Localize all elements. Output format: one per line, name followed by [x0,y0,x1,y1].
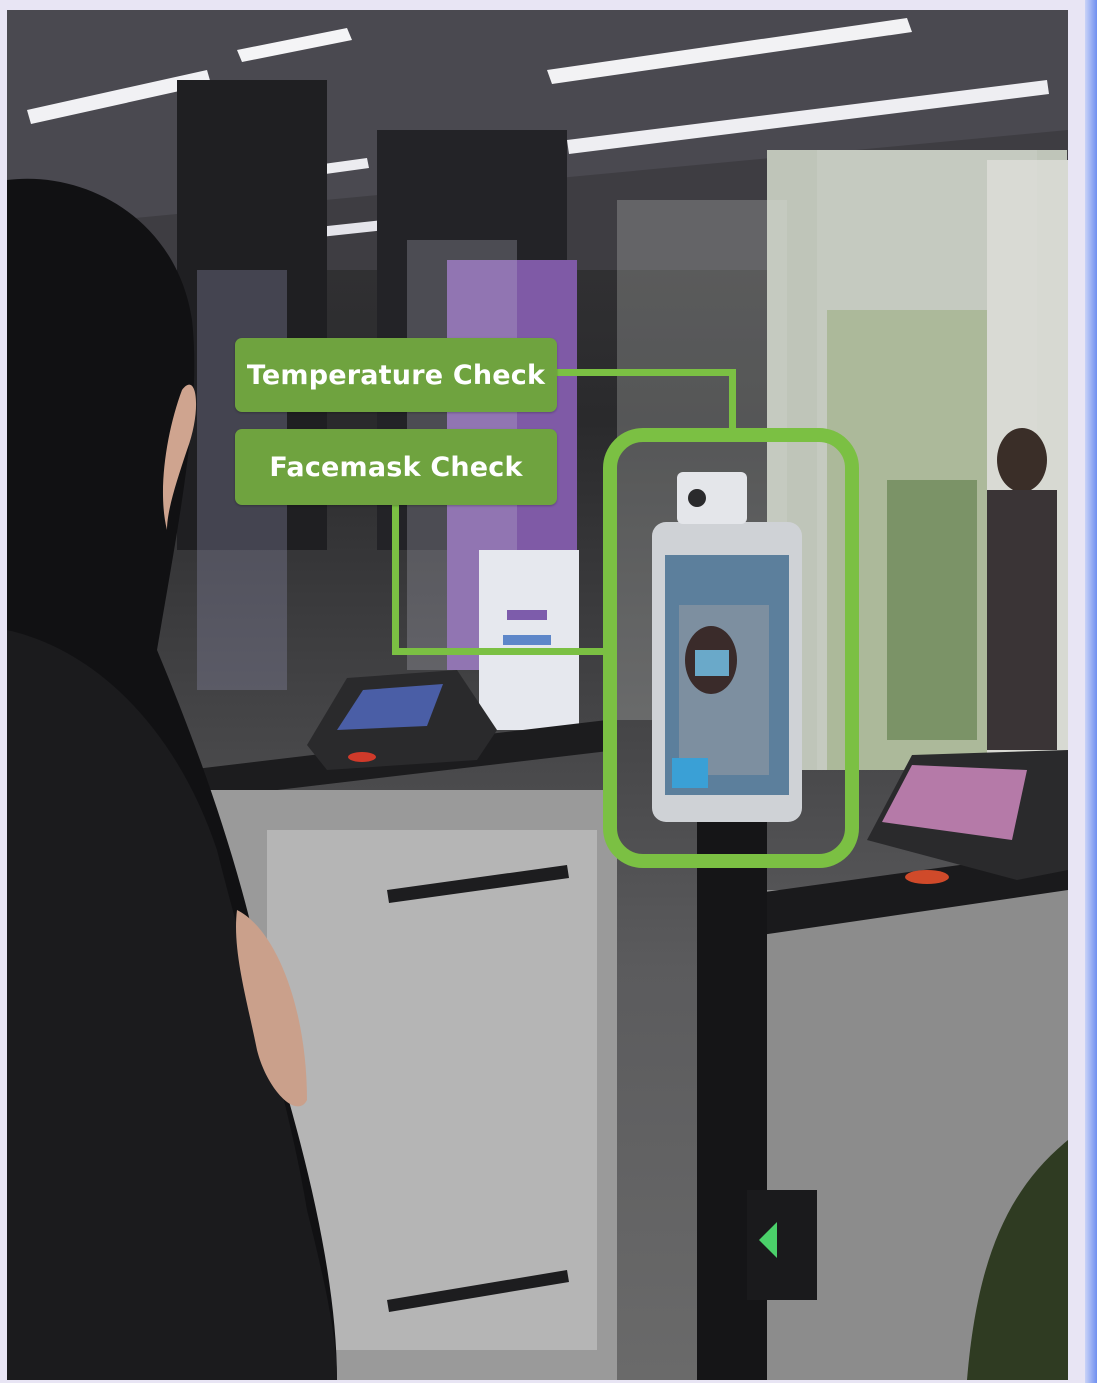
photo [7,10,1068,1380]
temperature-connector-vertical [729,369,736,433]
facemask-check-label: Facemask Check [235,429,557,505]
frame-right-edge [1085,0,1097,1383]
facemask-connector-vertical [392,505,399,655]
right-kiosk-light [905,870,949,884]
sign-board-stripe [507,610,547,620]
device-highlight-box [603,428,859,868]
photo-scene [7,10,1068,1380]
bystander [887,480,977,740]
facemask-connector-horizontal [392,648,608,655]
sign-board-stripe [503,635,551,645]
temperature-connector-horizontal [557,369,736,376]
pass-indicator [747,1190,817,1300]
bystander [987,490,1057,750]
card-reader-light [348,752,376,762]
temperature-check-label: Temperature Check [235,338,557,412]
image-frame: Temperature Check Facemask Check [0,0,1097,1383]
bystander [997,428,1047,492]
